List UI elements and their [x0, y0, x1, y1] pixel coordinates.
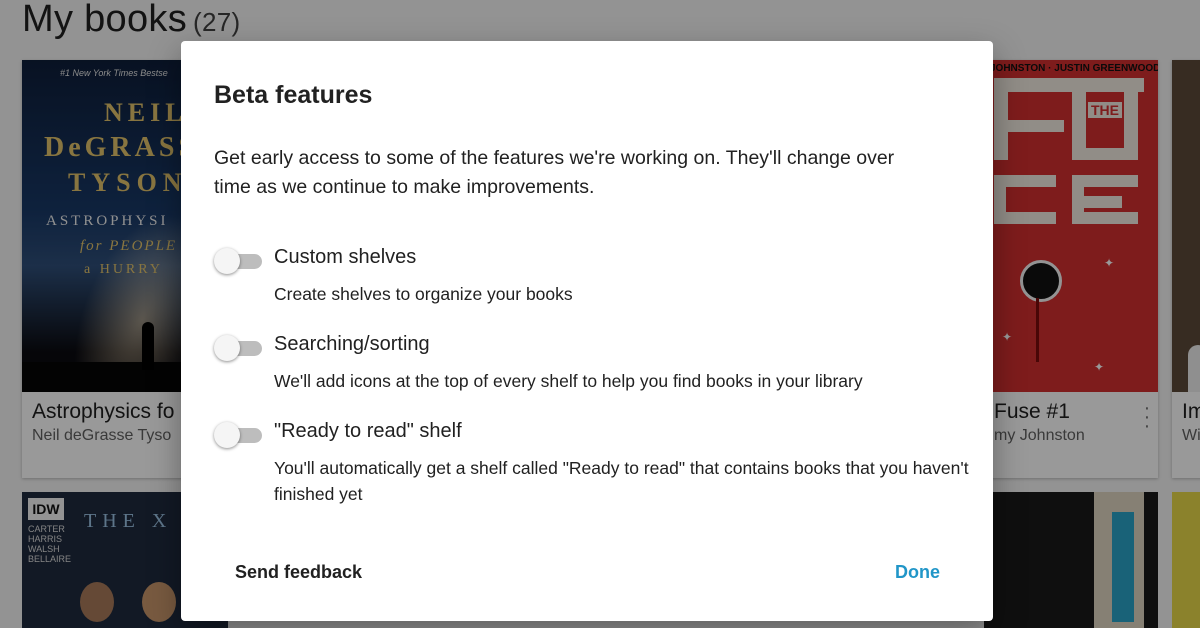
toggle-thumb[interactable]	[214, 335, 240, 361]
custom-shelves-toggle[interactable]	[214, 248, 264, 274]
feature-name: Custom shelves	[274, 246, 417, 268]
done-button[interactable]: Done	[887, 556, 948, 589]
send-feedback-button[interactable]: Send feedback	[227, 556, 370, 589]
feature-name: Searching/sorting	[274, 333, 430, 355]
feature-name: "Ready to read" shelf	[274, 420, 462, 442]
feature-description: You'll automatically get a shelf called …	[274, 458, 969, 504]
dialog-title: Beta features	[214, 81, 373, 109]
dialog-description: Get early access to some of the features…	[214, 147, 895, 198]
searching-sorting-toggle[interactable]	[214, 335, 264, 361]
toggle-thumb[interactable]	[214, 422, 240, 448]
toggle-thumb[interactable]	[214, 248, 240, 274]
feature-description: Create shelves to organize your books	[274, 284, 573, 304]
beta-features-dialog: Beta features Get early access to some o…	[181, 41, 993, 621]
ready-to-read-toggle[interactable]	[214, 422, 264, 448]
feature-description: We'll add icons at the top of every shel…	[274, 371, 863, 391]
